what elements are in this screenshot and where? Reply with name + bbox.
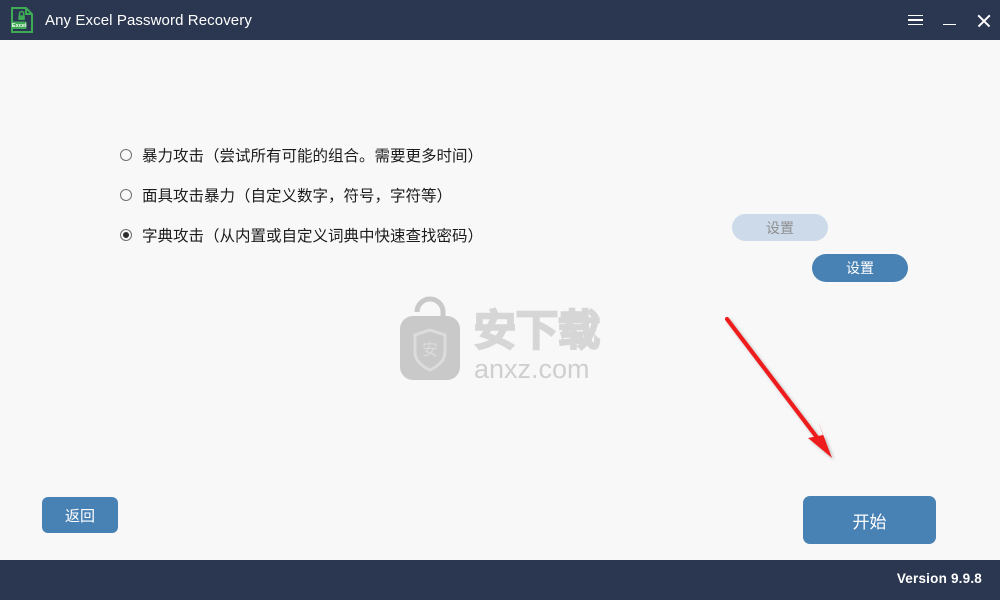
settings-button-dictionary[interactable]: 设置	[812, 254, 908, 282]
menu-hamburger-icon[interactable]	[898, 0, 932, 40]
radio-option-dictionary[interactable]: 字典攻击（从内置或自定义词典中快速查找密码）	[120, 215, 483, 255]
app-icon-excel-lock-document: Excel	[9, 6, 35, 34]
title-bar: Excel Any Excel Password Recovery	[0, 0, 1000, 40]
version-label: Version 9.9.8	[896, 571, 982, 586]
back-button[interactable]: 返回	[42, 497, 118, 533]
start-button[interactable]: 开始	[803, 496, 936, 544]
window-controls	[898, 0, 1000, 40]
close-icon[interactable]	[966, 0, 1000, 40]
svg-text:安: 安	[422, 340, 438, 359]
watermark-anxz: 安 安下载 anxz.com	[392, 290, 612, 385]
attack-mode-radio-group: 暴力攻击（尝试所有可能的组合。需要更多时间） 面具攻击暴力（自定义数字，符号，字…	[120, 135, 483, 255]
radio-label-brute-force: 暴力攻击（尝试所有可能的组合。需要更多时间）	[142, 147, 484, 165]
svg-text:anxz.com: anxz.com	[474, 354, 590, 384]
annotation-arrow-icon	[724, 316, 832, 458]
main-content: 暴力攻击（尝试所有可能的组合。需要更多时间） 面具攻击暴力（自定义数字，符号，字…	[0, 40, 1000, 560]
radio-indicator-mask-brute-force[interactable]	[120, 189, 132, 201]
radio-indicator-brute-force[interactable]	[120, 149, 132, 161]
window-title: Any Excel Password Recovery	[45, 11, 252, 29]
settings-button-disabled: 设置	[732, 214, 828, 241]
minimize-icon[interactable]	[932, 0, 966, 40]
radio-option-brute-force[interactable]: 暴力攻击（尝试所有可能的组合。需要更多时间）	[120, 135, 483, 175]
radio-label-mask-brute-force: 面具攻击暴力（自定义数字，符号，字符等）	[142, 187, 453, 205]
svg-text:安下载: 安下载	[474, 306, 600, 355]
status-bar: Version 9.9.8	[0, 560, 1000, 600]
application-window: Excel Any Excel Password Recovery 暴力攻击（尝…	[0, 0, 1000, 600]
radio-label-dictionary: 字典攻击（从内置或自定义词典中快速查找密码）	[142, 227, 484, 245]
svg-text:Excel: Excel	[12, 23, 27, 29]
radio-indicator-dictionary[interactable]	[120, 229, 132, 241]
radio-option-mask-brute-force[interactable]: 面具攻击暴力（自定义数字，符号，字符等）	[120, 175, 483, 215]
